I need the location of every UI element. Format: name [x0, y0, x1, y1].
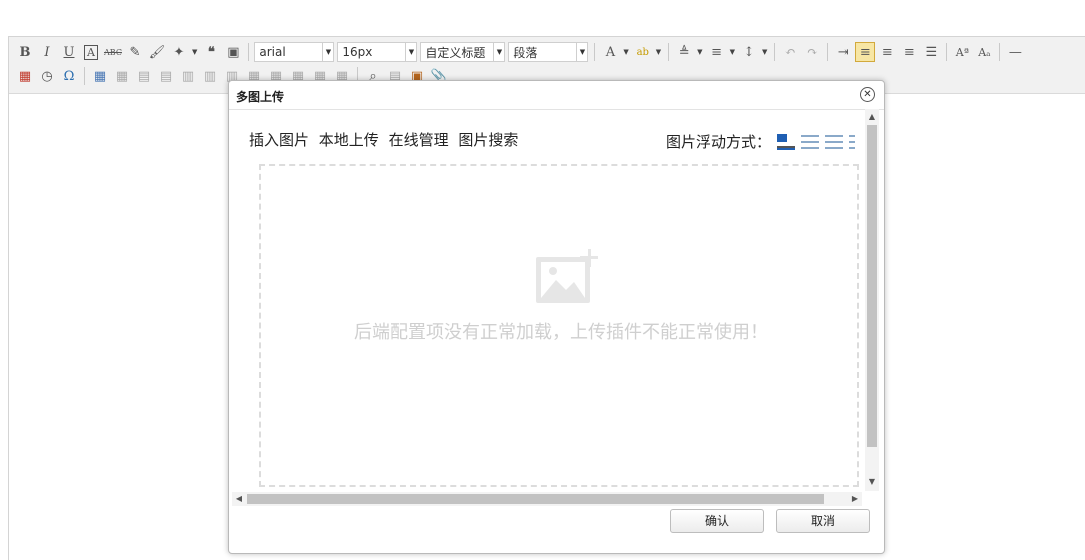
underline-icon[interactable]: U: [59, 42, 79, 62]
chevron-down-icon[interactable]: ▼: [730, 48, 735, 56]
float-none-icon[interactable]: [777, 133, 796, 150]
font-size-select[interactable]: 16px ▼: [337, 42, 418, 62]
toolbar-separator: [946, 43, 948, 61]
upload-drop-zone[interactable]: 后端配置项没有正常加载，上传插件不能正常使用！: [259, 164, 859, 487]
italic-icon[interactable]: I: [37, 42, 57, 62]
horizontal-scroll-thumb[interactable]: [247, 494, 824, 504]
dialog-tabs: 插入图片 本地上传 在线管理 图片搜索: [249, 129, 523, 150]
highlight-color-icon[interactable]: ab: [633, 42, 653, 62]
dialog-title: 多图上传: [236, 90, 285, 104]
horizontal-scrollbar[interactable]: ◀ ▶: [232, 492, 862, 506]
chevron-down-icon: ▼: [493, 43, 504, 61]
scroll-right-icon[interactable]: ▶: [848, 492, 862, 506]
float-left-icon[interactable]: [801, 134, 820, 149]
special-char-icon[interactable]: Ω: [59, 66, 79, 86]
eraser-icon[interactable]: ✎: [125, 42, 145, 62]
row-spacing-bottom-icon[interactable]: ≡: [707, 42, 727, 62]
toolbar-separator: [594, 43, 596, 61]
superscript-icon[interactable]: Aª: [952, 42, 972, 62]
font-border-icon[interactable]: A: [81, 42, 101, 62]
toolbar-row-1: B I U A ABC ✎ 🖌 ✦ ▼ ❝ ▣ arial ▼ 16px ▼ 自定义标…: [15, 41, 1027, 63]
line-height-icon[interactable]: ↕: [739, 42, 759, 62]
toolbar-separator: [84, 67, 85, 85]
tab-local-upload[interactable]: 本地上传: [319, 131, 379, 149]
vertical-scroll-thumb[interactable]: [867, 125, 877, 447]
scroll-left-icon[interactable]: ◀: [232, 492, 246, 506]
tab-insert-image[interactable]: 插入图片: [249, 131, 309, 149]
toolbar-separator: [774, 43, 776, 61]
scroll-down-icon[interactable]: ▼: [865, 475, 879, 489]
bold-icon[interactable]: B: [15, 42, 35, 62]
delete-table-icon[interactable]: ▦: [112, 66, 132, 86]
toolbar-separator: [827, 43, 829, 61]
multi-image-upload-dialog: 多图上传 ✕ 插入图片 本地上传 在线管理 图片搜索 图片浮动方式： 后端配置项…: [228, 80, 885, 554]
upload-error-message: 后端配置项没有正常加载，上传插件不能正常使用！: [354, 322, 768, 343]
vertical-scrollbar[interactable]: ▲ ▼: [865, 109, 879, 491]
confirm-button[interactable]: 确认: [670, 509, 764, 533]
magic-wand-icon[interactable]: ✦: [169, 42, 189, 62]
chevron-down-icon: ▼: [576, 43, 587, 61]
format-brush-icon[interactable]: 🖌: [147, 42, 167, 62]
image-placeholder-icon: [536, 249, 598, 303]
horizontal-rule-icon[interactable]: —: [1005, 42, 1025, 62]
indent-icon[interactable]: ⇥: [833, 42, 853, 62]
insert-para-before-table-icon[interactable]: ▤: [134, 66, 154, 86]
insert-table-icon[interactable]: ▦: [90, 66, 110, 86]
chevron-down-icon: ▼: [322, 43, 333, 61]
paragraph-select[interactable]: 段落 ▼: [508, 42, 589, 62]
strikethrough-icon[interactable]: ABC: [103, 42, 123, 62]
time-icon[interactable]: ◷: [37, 66, 57, 86]
undo-icon[interactable]: ↶: [780, 42, 800, 62]
blockquote-icon[interactable]: ❝: [201, 42, 221, 62]
chevron-down-icon[interactable]: ▼: [192, 48, 197, 56]
toolbar-separator: [668, 43, 670, 61]
font-family-select[interactable]: arial ▼: [254, 42, 335, 62]
toolbar-separator: [248, 43, 250, 61]
row-spacing-top-icon[interactable]: ≜: [674, 42, 694, 62]
align-right-icon[interactable]: ≡: [899, 42, 919, 62]
insert-col-icon[interactable]: ▥: [200, 66, 220, 86]
redo-icon[interactable]: ↷: [802, 42, 822, 62]
custom-title-select[interactable]: 自定义标题 ▼: [420, 42, 506, 62]
close-icon[interactable]: ✕: [860, 87, 875, 102]
toolbar-separator: [999, 43, 1001, 61]
page-top-strip: [0, 0, 1085, 28]
scroll-up-icon[interactable]: ▲: [865, 110, 879, 124]
cancel-button[interactable]: 取消: [776, 509, 870, 533]
font-family-value: arial: [259, 45, 286, 59]
tab-image-search[interactable]: 图片搜索: [458, 131, 518, 149]
paste-text-icon[interactable]: ▣: [223, 42, 243, 62]
delete-row-icon[interactable]: ▥: [178, 66, 198, 86]
tab-online-manage[interactable]: 在线管理: [389, 131, 449, 149]
float-label: 图片浮动方式：: [666, 133, 772, 151]
date-icon[interactable]: ▦: [15, 66, 35, 86]
chevron-down-icon[interactable]: ▼: [656, 48, 661, 56]
float-center-icon[interactable]: [849, 134, 856, 149]
image-float-options: 图片浮动方式：: [666, 131, 856, 152]
font-size-value: 16px: [342, 45, 373, 59]
custom-title-value: 自定义标题: [425, 45, 486, 60]
align-center-icon[interactable]: ≡: [877, 42, 897, 62]
paragraph-value: 段落: [513, 45, 538, 60]
chevron-down-icon[interactable]: ▼: [697, 48, 702, 56]
align-justify-icon[interactable]: ☰: [921, 42, 941, 62]
dialog-titlebar[interactable]: 多图上传 ✕: [229, 81, 884, 110]
align-left-icon[interactable]: ≡: [855, 42, 876, 62]
insert-row-icon[interactable]: ▤: [156, 66, 176, 86]
chevron-down-icon[interactable]: ▼: [762, 48, 767, 56]
font-color-icon[interactable]: A: [600, 42, 620, 62]
float-right-icon[interactable]: [825, 134, 844, 149]
subscript-icon[interactable]: Aₐ: [974, 42, 994, 62]
chevron-down-icon[interactable]: ▼: [623, 48, 628, 56]
chevron-down-icon: ▼: [405, 43, 416, 61]
